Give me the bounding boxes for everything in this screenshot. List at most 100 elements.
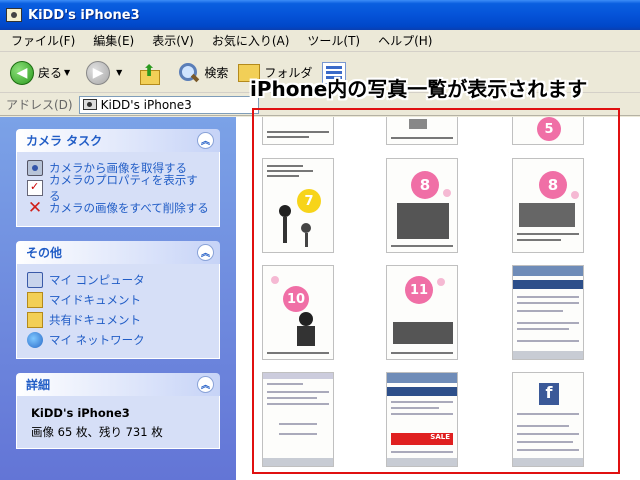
screenshot-text [391,413,453,415]
screenshot-text [267,397,317,399]
screenshot-text [517,310,563,312]
task-delete-all-label: カメラの画像をすべて削除する [49,201,209,215]
screenshot-text [517,425,569,427]
back-button[interactable]: ◀ 戻る ▼ [10,60,76,85]
address-label: アドレス(D) [6,98,73,112]
photo-thumbnail[interactable]: 5 [512,117,584,145]
menu-file[interactable]: ファイル(F) [2,32,84,49]
back-dropdown-icon[interactable]: ▼ [64,68,70,77]
collapse-chevron-icon[interactable]: ︽ [197,376,214,393]
forward-button[interactable]: ▶ ▼ [86,60,128,85]
screenshot-text [517,449,579,451]
photo-thumbnail[interactable] [512,265,584,360]
collapse-chevron-icon[interactable]: ︽ [197,132,214,149]
delete-icon: ✕ [27,198,43,218]
screenshot-text [517,441,573,443]
device-info: 画像 65 枚、残り 731 枚 [31,425,163,439]
forward-dropdown-icon[interactable]: ▼ [116,68,122,77]
link-my-documents-label: マイドキュメント [49,293,141,307]
number-bubble: 11 [405,276,433,304]
screenshot-text [279,423,317,425]
other-places-title: その他 [26,246,63,260]
other-places-panel: その他 ︽ マイ コンピュータ マイドキュメント 共有ドキュメント マイ ネット… [16,241,220,359]
back-arrow-icon: ◀ [10,60,34,85]
photo-thumbnail[interactable]: 8 [386,158,458,253]
screenshot-text [517,340,579,342]
photo-thumbnail[interactable]: SALE [386,372,458,467]
screenshot-header [263,373,333,379]
screenshot-text [517,328,569,330]
caption-line [267,175,299,177]
illustration [301,223,311,233]
caption-line [517,233,579,235]
search-button[interactable]: 検索 [178,62,228,84]
link-shared-documents[interactable]: 共有ドキュメント [27,310,209,330]
photo-thumbnail[interactable]: 10 [262,265,334,360]
link-my-computer[interactable]: マイ コンピュータ [27,270,209,290]
menu-bar: ファイル(F) 編集(E) 表示(V) お気に入り(A) ツール(T) ヘルプ(… [0,30,640,52]
screenshot-text [391,451,453,453]
illustration [283,217,287,243]
facebook-logo-icon: f [539,383,559,405]
screenshot-text [517,296,579,298]
screenshot-footer [263,458,333,466]
link-my-computer-label: マイ コンピュータ [49,273,145,287]
screenshot-footer [513,458,583,466]
caption-line [267,136,309,138]
number-bubble: 8 [539,171,567,199]
caption-line [267,131,329,133]
menu-favorites[interactable]: お気に入り(A) [203,32,299,49]
screenshot-text [517,302,579,304]
illustration [393,322,453,344]
task-delete-all[interactable]: ✕ カメラの画像をすべて削除する [27,198,209,218]
photo-thumbnail[interactable]: 8 [512,158,584,253]
menu-edit[interactable]: 編集(E) [84,32,143,49]
camera-tasks-header[interactable]: カメラ タスク ︽ [16,129,220,152]
device-name: KiDD's iPhone3 [31,406,130,420]
photo-thumbnail[interactable] [262,117,334,145]
computer-icon [27,272,43,288]
address-value: KiDD's iPhone3 [100,97,192,112]
photo-thumbnail[interactable]: f [512,372,584,467]
collapse-chevron-icon[interactable]: ︽ [197,244,214,261]
screenshot-bar [513,280,583,289]
details-panel: 詳細 ︽ KiDD's iPhone3 画像 65 枚、残り 731 枚 [16,373,220,449]
documents-folder-icon [27,292,43,308]
link-my-network[interactable]: マイ ネットワーク [27,330,209,350]
screenshot-bar [387,387,457,396]
shared-folder-icon [27,312,43,328]
network-icon [27,332,43,348]
link-my-documents[interactable]: マイドキュメント [27,290,209,310]
screenshot-header [387,373,457,383]
menu-help[interactable]: ヘルプ(H) [369,32,441,49]
caption-line [391,137,453,139]
menu-tools[interactable]: ツール(T) [298,32,369,49]
details-header[interactable]: 詳細 ︽ [16,373,220,396]
screenshot-text [517,322,579,324]
caption-line [391,352,453,354]
camera-tasks-body: カメラから画像を取得する カメラのプロパティを表示する ✕ カメラの画像をすべて… [16,152,220,227]
screenshot-text [267,383,303,385]
number-bubble: 5 [537,117,561,141]
illustration [409,119,427,129]
photo-thumbnail[interactable]: 11 [386,265,458,360]
photo-thumbnail[interactable] [386,117,458,145]
menu-view[interactable]: 表示(V) [143,32,203,49]
task-camera-properties[interactable]: カメラのプロパティを表示する [27,173,209,203]
screenshot-footer [387,458,457,466]
photo-thumbnail[interactable] [262,372,334,467]
number-bubble: 10 [283,286,309,312]
task-pane: カメラ タスク ︽ カメラから画像を取得する カメラのプロパティを表示する ✕ … [0,117,236,480]
camera-icon [82,99,97,110]
up-folder-button[interactable] [138,61,168,85]
camera-tasks-panel: カメラ タスク ︽ カメラから画像を取得する カメラのプロパティを表示する ✕ … [16,129,220,227]
screenshot-footer [513,351,583,359]
number-bubble: 7 [297,189,321,213]
photo-thumbnail[interactable]: 7 [262,158,334,253]
other-places-header[interactable]: その他 ︽ [16,241,220,264]
illustration [279,205,291,217]
screenshot-text [279,433,317,435]
caption-line [267,170,313,172]
address-field[interactable]: KiDD's iPhone3 [78,95,259,114]
sale-banner: SALE [391,433,453,445]
